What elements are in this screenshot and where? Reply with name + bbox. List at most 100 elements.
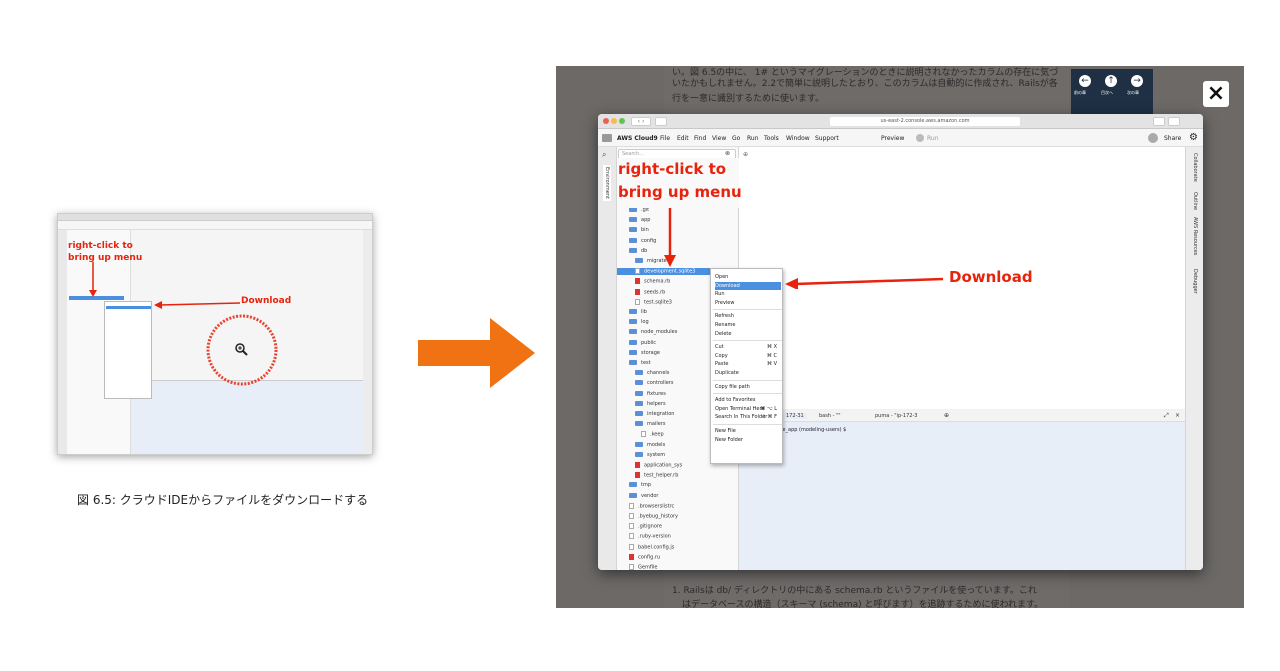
menu-tools[interactable]: Tools — [764, 135, 779, 142]
tree-item[interactable]: fixtures — [635, 390, 666, 397]
debugger-tab[interactable]: Debugger — [1192, 269, 1198, 294]
context-menu-item[interactable]: Copy ⌘ C — [715, 352, 781, 360]
avatar[interactable] — [1148, 133, 1158, 143]
tree-item[interactable]: test_helper.rb — [635, 472, 678, 479]
tabs-icon[interactable] — [1168, 117, 1180, 126]
environment-tab[interactable]: Environment — [603, 165, 611, 201]
sidebar-toggle-icon[interactable] — [655, 117, 667, 126]
menu-aws-cloud9[interactable]: AWS Cloud9 — [617, 135, 658, 142]
terminal-tab-3[interactable]: puma - "ip-172-3 — [875, 413, 917, 419]
tree-item[interactable]: bin — [629, 227, 649, 233]
prev-chapter-icon[interactable]: ← — [1079, 75, 1091, 87]
clear-search-icon[interactable]: ⊗ — [725, 150, 730, 157]
tree-item[interactable]: app — [629, 217, 650, 223]
share-sheet-icon[interactable] — [1153, 117, 1165, 126]
context-menu-item[interactable]: Rename — [715, 321, 781, 329]
tree-item[interactable]: babel.config.js — [629, 543, 674, 550]
context-menu-item[interactable]: New Folder — [715, 436, 781, 444]
tree-item[interactable]: config.ru — [629, 553, 660, 560]
context-menu-item[interactable]: Search In This Folder ⇧ ⌘ F — [715, 413, 781, 421]
toc-icon[interactable]: ↑ — [1105, 75, 1117, 87]
back-forward-icon[interactable]: ‹ › — [631, 117, 651, 126]
tree-item[interactable]: config — [629, 237, 656, 244]
tree-item[interactable]: log — [629, 319, 649, 325]
tree-item[interactable]: integration — [635, 411, 674, 417]
context-menu-item[interactable]: Preview — [715, 299, 781, 307]
new-tab-icon[interactable]: ⊕ — [743, 151, 748, 158]
tree-item[interactable]: mailers — [635, 421, 665, 427]
thumbnail-screenshot[interactable]: right-click to bring up menu Download — [57, 213, 373, 455]
run-button[interactable]: Run — [927, 135, 939, 142]
context-menu-item[interactable]: Paste ⌘ V — [715, 360, 781, 368]
menu-run[interactable]: Run — [747, 135, 759, 142]
aws-resources-tab[interactable]: AWS Resources — [1192, 217, 1198, 255]
prev-chapter-label[interactable]: 前の章 — [1074, 90, 1086, 96]
tree-item[interactable]: migrate — [635, 258, 667, 264]
address-bar[interactable]: us-east-2.console.aws.amazon.com — [830, 117, 1020, 126]
close-window-icon[interactable] — [603, 118, 609, 124]
terminal-pane[interactable]: ironment/sample_app (modeling-users) $ — [739, 410, 1185, 570]
search-icon[interactable]: ⌕ — [602, 150, 606, 160]
terminal-tab-1[interactable]: 172-31 — [783, 413, 807, 419]
tree-item[interactable]: development.sqlite3 — [617, 268, 717, 275]
menu-view[interactable]: View — [712, 135, 726, 142]
context-menu-item[interactable]: Duplicate — [715, 369, 781, 377]
tree-item[interactable]: vendor — [629, 492, 659, 499]
tree-item[interactable]: seeds.rb — [635, 288, 665, 295]
preview-button[interactable]: Preview — [881, 135, 904, 142]
tree-item[interactable]: db — [629, 247, 647, 254]
tree-item[interactable]: .byebug_history — [629, 513, 678, 520]
context-menu-item[interactable]: Open — [715, 273, 781, 281]
tree-item[interactable]: .ruby-version — [629, 533, 671, 540]
context-menu-item[interactable]: Add to Favorites — [715, 396, 781, 404]
context-menu-item[interactable]: Refresh — [715, 312, 781, 320]
tree-item[interactable]: Gemfile — [629, 564, 657, 570]
tree-item[interactable]: .keep — [641, 431, 664, 438]
menu-edit[interactable]: Edit — [677, 135, 689, 142]
add-terminal-icon[interactable]: ⊕ — [944, 412, 949, 419]
menu-find[interactable]: Find — [694, 135, 706, 142]
context-menu-item[interactable]: Cut ⌘ X — [715, 343, 781, 351]
context-menu-item[interactable]: Download — [715, 281, 781, 290]
next-chapter-icon[interactable]: → — [1131, 75, 1143, 87]
tree-item[interactable]: system — [635, 451, 665, 458]
tree-item[interactable]: storage — [629, 349, 660, 356]
tree-item[interactable]: channels — [635, 370, 669, 376]
tree-item[interactable]: lib — [629, 309, 647, 315]
share-button[interactable]: Share — [1164, 135, 1181, 142]
tree-item[interactable]: .browserslistrc — [629, 502, 674, 509]
context-menu-item[interactable]: Delete — [715, 330, 781, 338]
tree-item[interactable]: tmp — [629, 482, 651, 488]
tree-item[interactable]: node_modules — [629, 329, 677, 335]
terminal-tab-2[interactable]: bash - "" — [819, 413, 841, 419]
tree-item[interactable]: models — [635, 441, 665, 448]
context-menu-item[interactable]: Copy file path — [715, 383, 781, 391]
context-menu-item[interactable]: Run — [715, 290, 781, 298]
toc-label[interactable]: 目次へ — [1101, 90, 1113, 96]
maximize-window-icon[interactable] — [619, 118, 625, 124]
collaborate-tab[interactable]: Collaborate — [1192, 153, 1198, 182]
next-chapter-label[interactable]: 次の章 — [1127, 90, 1139, 96]
menu-support[interactable]: Support — [815, 135, 839, 142]
outline-tab[interactable]: Outline — [1192, 192, 1198, 210]
context-menu-item[interactable]: Open Terminal Here ⌘ ⌥ L — [715, 405, 781, 413]
tree-item[interactable]: test — [629, 360, 651, 366]
context-menu-item[interactable]: New File — [715, 427, 781, 435]
tree-item[interactable]: .gitignore — [629, 523, 662, 530]
tree-item[interactable]: controllers — [635, 380, 673, 386]
menu-window[interactable]: Window — [786, 135, 810, 142]
tree-item[interactable]: application_sys — [635, 462, 682, 469]
zoom-in-icon[interactable] — [203, 311, 281, 389]
tree-item[interactable]: test.sqlite3 — [635, 298, 672, 305]
close-pane-icon[interactable]: × — [1175, 412, 1180, 419]
tree-item[interactable]: schema.rb — [635, 278, 670, 285]
menu-file[interactable]: File — [660, 135, 670, 142]
menu-go[interactable]: Go — [732, 135, 740, 142]
minimize-window-icon[interactable] — [611, 118, 617, 124]
run-icon[interactable] — [916, 134, 924, 142]
tree-item[interactable]: helpers — [635, 400, 666, 407]
tree-item[interactable]: public — [629, 339, 656, 346]
maximize-pane-icon[interactable]: ⤢ — [1164, 412, 1169, 420]
close-icon[interactable]: × — [1203, 81, 1229, 107]
gear-icon[interactable]: ⚙ — [1189, 132, 1198, 143]
